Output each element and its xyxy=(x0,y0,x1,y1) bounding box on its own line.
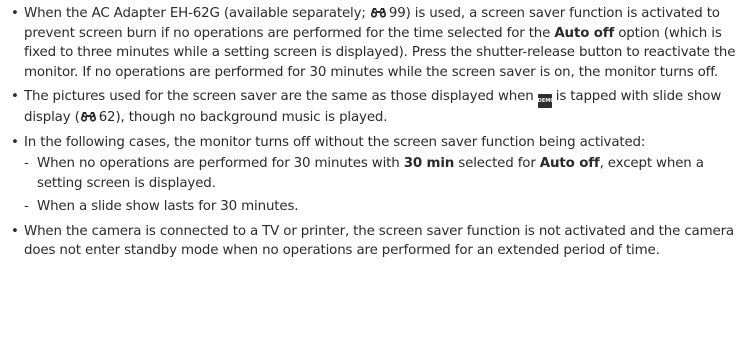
sub-list-item: - When a slide show lasts for 30 minutes… xyxy=(24,197,736,217)
text: When the AC Adapter EH-62G (available se… xyxy=(24,6,370,21)
list-item: • The pictures used for the screen saver… xyxy=(10,87,736,128)
text: selected for xyxy=(454,156,540,171)
text: In the following cases, the monitor turn… xyxy=(24,134,646,150)
list-item: • In the following cases, the monitor tu… xyxy=(10,133,736,217)
manual-page: • When the AC Adapter EH-62G (available … xyxy=(0,0,746,339)
text: When a slide show lasts for 30 minutes. xyxy=(37,199,299,214)
text: The pictures used for the screen saver a… xyxy=(24,89,538,104)
bullet-glyph: • xyxy=(11,223,19,239)
setting-name: Auto off xyxy=(554,25,615,41)
setting-value: 30 min xyxy=(403,156,455,171)
list-item: • When the AC Adapter EH-62G (available … xyxy=(10,4,736,82)
sub-list-item: - When no operations are performed for 3… xyxy=(24,154,736,193)
text: ), though no background music is played. xyxy=(115,110,388,125)
text: When the camera is connected to a TV or … xyxy=(24,223,734,259)
binoculars-icon xyxy=(370,5,387,18)
dash-glyph: - xyxy=(24,156,29,171)
text: When no operations are performed for 30 … xyxy=(37,156,404,171)
sub-list: - When no operations are performed for 3… xyxy=(24,154,736,217)
setting-name: Auto off xyxy=(539,156,600,171)
list-item: • When the camera is connected to a TV o… xyxy=(10,222,736,261)
notes-list: • When the AC Adapter EH-62G (available … xyxy=(10,4,736,261)
page-reference: 99 xyxy=(388,6,406,21)
bullet-glyph: • xyxy=(11,89,19,104)
dash-glyph: - xyxy=(24,199,29,214)
binoculars-icon xyxy=(80,109,97,122)
bullet-glyph: • xyxy=(11,6,19,21)
demo-slideshow-icon: DEMO xyxy=(537,94,554,108)
bullet-glyph: • xyxy=(11,134,19,150)
page-reference: 62 xyxy=(98,110,116,125)
